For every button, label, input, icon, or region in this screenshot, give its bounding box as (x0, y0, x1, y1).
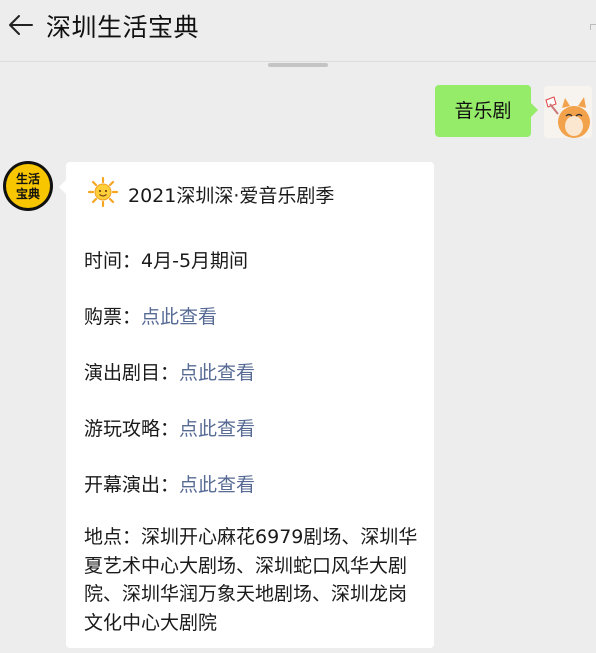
bot-logo-line1: 生活 (16, 171, 40, 186)
opening-row: 开幕演出：点此查看 (84, 470, 255, 497)
user-avatar[interactable] (544, 86, 592, 138)
outgoing-message-bubble[interactable]: 音乐剧 (435, 85, 538, 137)
guide-label: 游玩攻略： (84, 418, 180, 440)
address-block: 地点：深圳开心麻花6979剧场、深圳华夏艺术中心大剧场、深圳蛇口风华大剧院、深圳… (84, 523, 420, 637)
guide-link[interactable]: 点此查看 (179, 418, 255, 440)
bot-logo-line2: 宝典 (16, 186, 40, 201)
chat-header: 深圳生活宝典 (0, 0, 596, 62)
guide-row: 游玩攻略：点此查看 (84, 414, 255, 441)
shows-link[interactable]: 点此查看 (179, 362, 255, 384)
bot-avatar[interactable]: 生活 宝典 (2, 160, 54, 212)
time-value: 4月-5月期间 (141, 250, 249, 272)
bot-logo-icon: 生活 宝典 (3, 161, 53, 211)
opening-label: 开幕演出： (84, 474, 180, 496)
shows-row: 演出剧目：点此查看 (84, 358, 255, 385)
cat-avatar-icon (544, 86, 592, 138)
back-arrow-icon[interactable] (6, 10, 36, 40)
reply-card: 2021深圳深·爱音乐剧季 时间：4月-5月期间 购票：点此查看 演出剧目：点此… (59, 162, 434, 648)
sun-icon (87, 176, 119, 208)
tickets-link[interactable]: 点此查看 (141, 306, 217, 328)
tickets-row: 购票：点此查看 (84, 302, 217, 329)
address-label: 地点： (84, 526, 142, 548)
tickets-label: 购票： (84, 306, 142, 328)
chat-title: 深圳生活宝典 (46, 13, 200, 42)
more-edge-mark (590, 24, 596, 30)
card-title: 2021深圳深·爱音乐剧季 (128, 185, 335, 207)
scroll-handle[interactable] (268, 63, 328, 67)
opening-link[interactable]: 点此查看 (179, 474, 255, 496)
time-row: 时间：4月-5月期间 (84, 246, 248, 273)
shows-label: 演出剧目： (84, 362, 180, 384)
time-label: 时间： (84, 250, 142, 272)
